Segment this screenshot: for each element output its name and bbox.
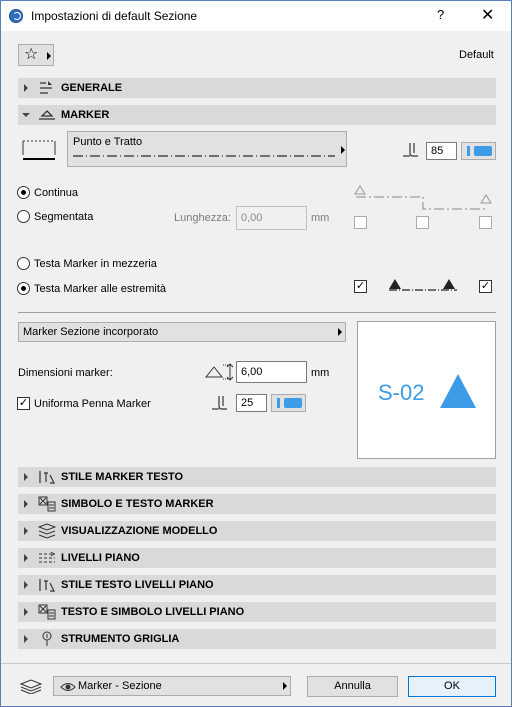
collapse-icon [22, 113, 30, 117]
favorites-button[interactable]: ☆ [18, 44, 54, 66]
section-testo-simbolo-livelli[interactable]: TESTO E SIMBOLO LIVELLI PIANO [18, 602, 496, 622]
section-label: LIVELLI PIANO [61, 552, 140, 564]
close-button[interactable]: ✕ [481, 5, 494, 25]
dialog-window: Impostazioni di default Sezione ? ✕ ☆ De… [0, 0, 512, 707]
dimensioni-input[interactable]: 6,00 [236, 361, 307, 383]
marker-size-icon [204, 363, 234, 381]
color-bar [467, 146, 470, 156]
marker-ends-preview [389, 279, 457, 291]
footer-separator [1, 663, 511, 664]
testa-estremita-label: Testa Marker alle estremità [34, 283, 167, 295]
eye-icon [60, 683, 76, 691]
window-title: Impostazioni di default Sezione [31, 9, 198, 23]
end-marker-checkbox[interactable]: ✓ [479, 280, 492, 293]
section-label: VISUALIZZAZIONE MODELLO [61, 525, 218, 537]
marker-pen-input[interactable]: 25 [236, 394, 267, 412]
general-settings-icon [40, 81, 52, 94]
segment-end-checkbox[interactable] [479, 216, 492, 229]
uniforma-penna-checkbox[interactable]: ✓ [17, 397, 30, 410]
line-type-dropdown[interactable]: Punto e Tratto [67, 131, 347, 167]
dimensioni-label: Dimensioni marker: [18, 367, 113, 379]
chevron-right-icon [338, 328, 342, 336]
marker-icon [39, 110, 55, 120]
lunghezza-unit: mm [311, 212, 330, 224]
section-label: STILE MARKER TESTO [61, 471, 184, 483]
symbol-text-icon [38, 496, 56, 512]
line-type-preview [73, 155, 335, 157]
segment-middle-checkbox[interactable] [416, 216, 429, 229]
continua-radio[interactable] [17, 186, 30, 199]
testa-mezzeria-radio[interactable] [17, 257, 30, 270]
section-livelli-piano[interactable]: LIVELLI PIANO [18, 548, 496, 568]
expand-icon [24, 500, 28, 508]
segment-start-checkbox[interactable] [354, 216, 367, 229]
pen-color-button[interactable] [461, 142, 496, 160]
preview-code: S-02 [378, 380, 425, 405]
section-visualizzazione-modello[interactable]: VISUALIZZAZIONE MODELLO [18, 521, 496, 541]
expand-icon [24, 554, 28, 562]
cancel-button[interactable]: Annulla [307, 676, 398, 697]
section-label: STILE TESTO LIVELLI PIANO [61, 579, 214, 591]
segmentata-label: Segmentata [34, 211, 94, 223]
text-style-icon [39, 579, 55, 592]
grid-tool-icon [42, 631, 52, 646]
section-stile-testo-livelli[interactable]: STILE TESTO LIVELLI PIANO [18, 575, 496, 595]
section-strumento-griglia[interactable]: STRUMENTO GRIGLIA [18, 629, 496, 649]
section-label: TESTO E SIMBOLO LIVELLI PIANO [61, 606, 245, 618]
lunghezza-label: Lunghezza: [174, 212, 231, 224]
segmentata-radio[interactable] [17, 210, 30, 223]
color-swatch [474, 146, 492, 156]
expand-icon [24, 84, 28, 92]
marker-triangle-icon [440, 374, 476, 408]
star-icon: ☆ [24, 46, 39, 63]
ok-button[interactable]: OK [408, 676, 496, 697]
testa-mezzeria-label: Testa Marker in mezzeria [34, 258, 157, 270]
section-line-icon [22, 140, 56, 160]
text-style-icon [39, 471, 55, 484]
pen-icon [212, 396, 227, 410]
section-label: SIMBOLO E TESTO MARKER [61, 498, 214, 510]
marker-type-label: Marker Sezione incorporato [23, 326, 159, 338]
marker-pen-color-button[interactable] [271, 394, 306, 412]
pen-icon [403, 143, 418, 157]
chevron-right-icon [47, 52, 51, 60]
expand-icon [24, 608, 28, 616]
color-bar [277, 398, 280, 408]
view-dropdown[interactable]: Marker - Sezione [53, 676, 291, 696]
separator [18, 312, 496, 313]
line-type-label: Punto e Tratto [73, 136, 143, 148]
model-display-icon [38, 523, 56, 539]
pen-number-input[interactable]: 85 [426, 142, 457, 160]
chevron-right-icon [341, 146, 345, 154]
section-stile-marker-testo[interactable]: STILE MARKER TESTO [18, 467, 496, 487]
title-bar: Impostazioni di default Sezione ? ✕ [1, 1, 511, 31]
testa-estremita-radio[interactable] [17, 282, 30, 295]
expand-icon [24, 635, 28, 643]
view-label: Marker - Sezione [78, 680, 162, 692]
dimensioni-unit: mm [311, 367, 330, 379]
expand-icon [24, 527, 28, 535]
layers-icon [19, 679, 43, 694]
expand-icon [24, 473, 28, 481]
expand-icon [24, 581, 28, 589]
section-marker[interactable]: MARKER [18, 105, 496, 125]
marker-preview: S-02 [357, 321, 496, 459]
help-button[interactable]: ? [437, 7, 444, 22]
marker-type-dropdown[interactable]: Marker Sezione incorporato [18, 322, 346, 342]
chevron-right-icon [283, 682, 287, 690]
section-simbolo-testo-marker[interactable]: SIMBOLO E TESTO MARKER [18, 494, 496, 514]
uniforma-penna-label: Uniforma Penna Marker [34, 398, 151, 410]
section-label: STRUMENTO GRIGLIA [61, 633, 180, 645]
story-levels-icon [39, 551, 55, 563]
lunghezza-input[interactable]: 0,00 [236, 206, 307, 230]
archicad-app-icon [9, 9, 23, 23]
section-label: GENERALE [61, 82, 123, 94]
section-label: MARKER [61, 109, 110, 121]
symbol-text-icon [38, 604, 56, 620]
color-swatch [284, 398, 302, 408]
start-marker-checkbox[interactable]: ✓ [354, 280, 367, 293]
default-label: Default [459, 49, 494, 61]
continua-label: Continua [34, 187, 79, 199]
section-generale[interactable]: GENERALE [18, 78, 496, 98]
